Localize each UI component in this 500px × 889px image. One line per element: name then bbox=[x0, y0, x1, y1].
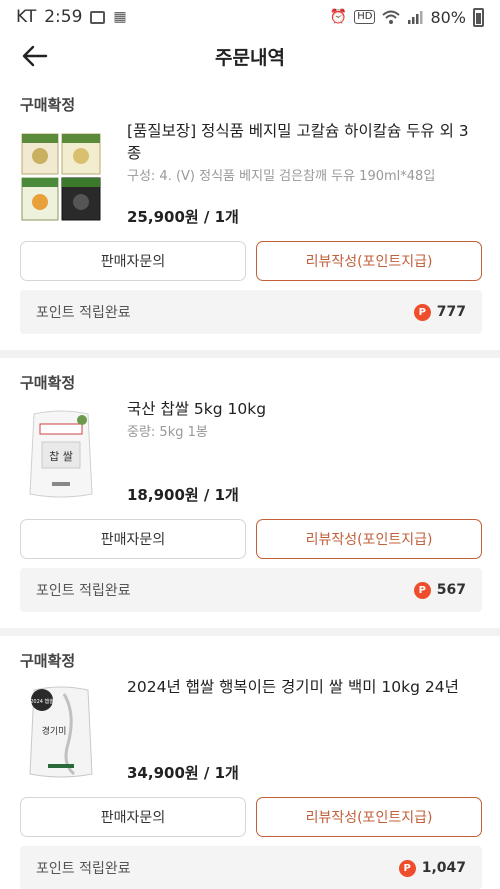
seller-inquiry-button[interactable]: 판매자문의 bbox=[20, 519, 246, 559]
alarm-icon: ⏰ bbox=[329, 9, 348, 25]
rice-bag-2024-image: 2024 햅쌀 경기미 bbox=[29, 686, 93, 778]
carrier-label: KT bbox=[16, 7, 37, 27]
product-option: 중량: 5kg 1봉 bbox=[127, 425, 208, 440]
product-info[interactable]: [품질보장] 정식품 베지밀 고칼슘 하이칼슘 두유 외 3종 구성: 4. (… bbox=[127, 120, 482, 186]
product-name: 국산 찹쌀 5kg 10kg bbox=[127, 400, 267, 418]
order-status: 구매확정 bbox=[20, 96, 76, 114]
product-name: 2024년 햅쌀 행복이든 경기미 쌀 백미 10kg 24년 bbox=[127, 678, 459, 696]
product-info[interactable]: 국산 찹쌀 5kg 10kg 중량: 5kg 1봉 bbox=[127, 398, 482, 442]
status-bar: KT 2:59 ▦ ⏰ HD 80% bbox=[0, 0, 500, 34]
points-value: 567 bbox=[436, 582, 466, 598]
points-label: 포인트 적립완료 bbox=[36, 861, 131, 877]
order-status: 구매확정 bbox=[20, 374, 76, 392]
points-row: 포인트 적립완료 P 567 bbox=[20, 568, 482, 612]
price-quantity: 18,900원 / 1개 bbox=[127, 486, 239, 504]
seller-inquiry-button[interactable]: 판매자문의 bbox=[20, 797, 246, 837]
product-name: [품질보장] 정식품 베지밀 고칼슘 하이칼슘 두유 외 3종 bbox=[127, 122, 469, 162]
product-thumbnail[interactable]: 2024 햅쌀 경기미 bbox=[20, 684, 102, 780]
rice-bag-image: 찹 쌀 bbox=[29, 410, 93, 498]
battery-percent: 80% bbox=[430, 7, 466, 27]
product-option: 구성: 4. (V) 정식품 베지밀 검은참깨 두유 190ml*48입 bbox=[127, 169, 436, 184]
hd-voice-icon: HD bbox=[354, 10, 376, 24]
product-thumbnail[interactable] bbox=[20, 128, 102, 224]
page-title: 주문내역 bbox=[215, 46, 285, 69]
product-thumbnail[interactable]: 찹 쌀 bbox=[20, 406, 102, 502]
price-quantity: 25,900원 / 1개 bbox=[127, 208, 239, 226]
points-icon: P bbox=[398, 859, 416, 877]
rice-bag-label: 찹 쌀 bbox=[49, 450, 73, 463]
points-label: 포인트 적립완료 bbox=[36, 305, 131, 321]
back-arrow-icon bbox=[22, 45, 48, 67]
write-review-button[interactable]: 리뷰작성(포인트지급) bbox=[256, 519, 482, 559]
section-divider bbox=[0, 350, 500, 358]
order-status: 구매확정 bbox=[20, 652, 76, 670]
soymilk-boxes-image bbox=[21, 133, 101, 221]
points-value: 1,047 bbox=[421, 860, 466, 876]
write-review-button[interactable]: 리뷰작성(포인트지급) bbox=[256, 241, 482, 281]
back-button[interactable] bbox=[18, 40, 52, 72]
signal-icon bbox=[408, 11, 423, 24]
gallery-notification-icon bbox=[90, 10, 106, 24]
wifi-icon bbox=[382, 10, 401, 24]
points-icon: P bbox=[413, 581, 431, 599]
seller-inquiry-button[interactable]: 판매자문의 bbox=[20, 241, 246, 281]
points-row: 포인트 적립완료 P 1,047 bbox=[20, 846, 482, 889]
rice-bag-badge: 2024 햅쌀 bbox=[30, 698, 54, 705]
app-bar: 주문내역 bbox=[0, 34, 500, 78]
clock: 2:59 bbox=[44, 7, 83, 27]
product-info[interactable]: 2024년 햅쌀 행복이든 경기미 쌀 백미 10kg 24년 bbox=[127, 676, 482, 698]
points-icon: P bbox=[413, 303, 431, 321]
points-value: 777 bbox=[436, 304, 466, 320]
rice-bag-brand-text: 경기미 bbox=[42, 725, 67, 737]
section-divider bbox=[0, 628, 500, 636]
points-row: 포인트 적립완료 P 777 bbox=[20, 290, 482, 334]
news-notification-icon: ▦ bbox=[113, 9, 127, 25]
points-label: 포인트 적립완료 bbox=[36, 583, 131, 599]
battery-icon bbox=[473, 7, 484, 27]
price-quantity: 34,900원 / 1개 bbox=[127, 764, 239, 782]
write-review-button[interactable]: 리뷰작성(포인트지급) bbox=[256, 797, 482, 837]
